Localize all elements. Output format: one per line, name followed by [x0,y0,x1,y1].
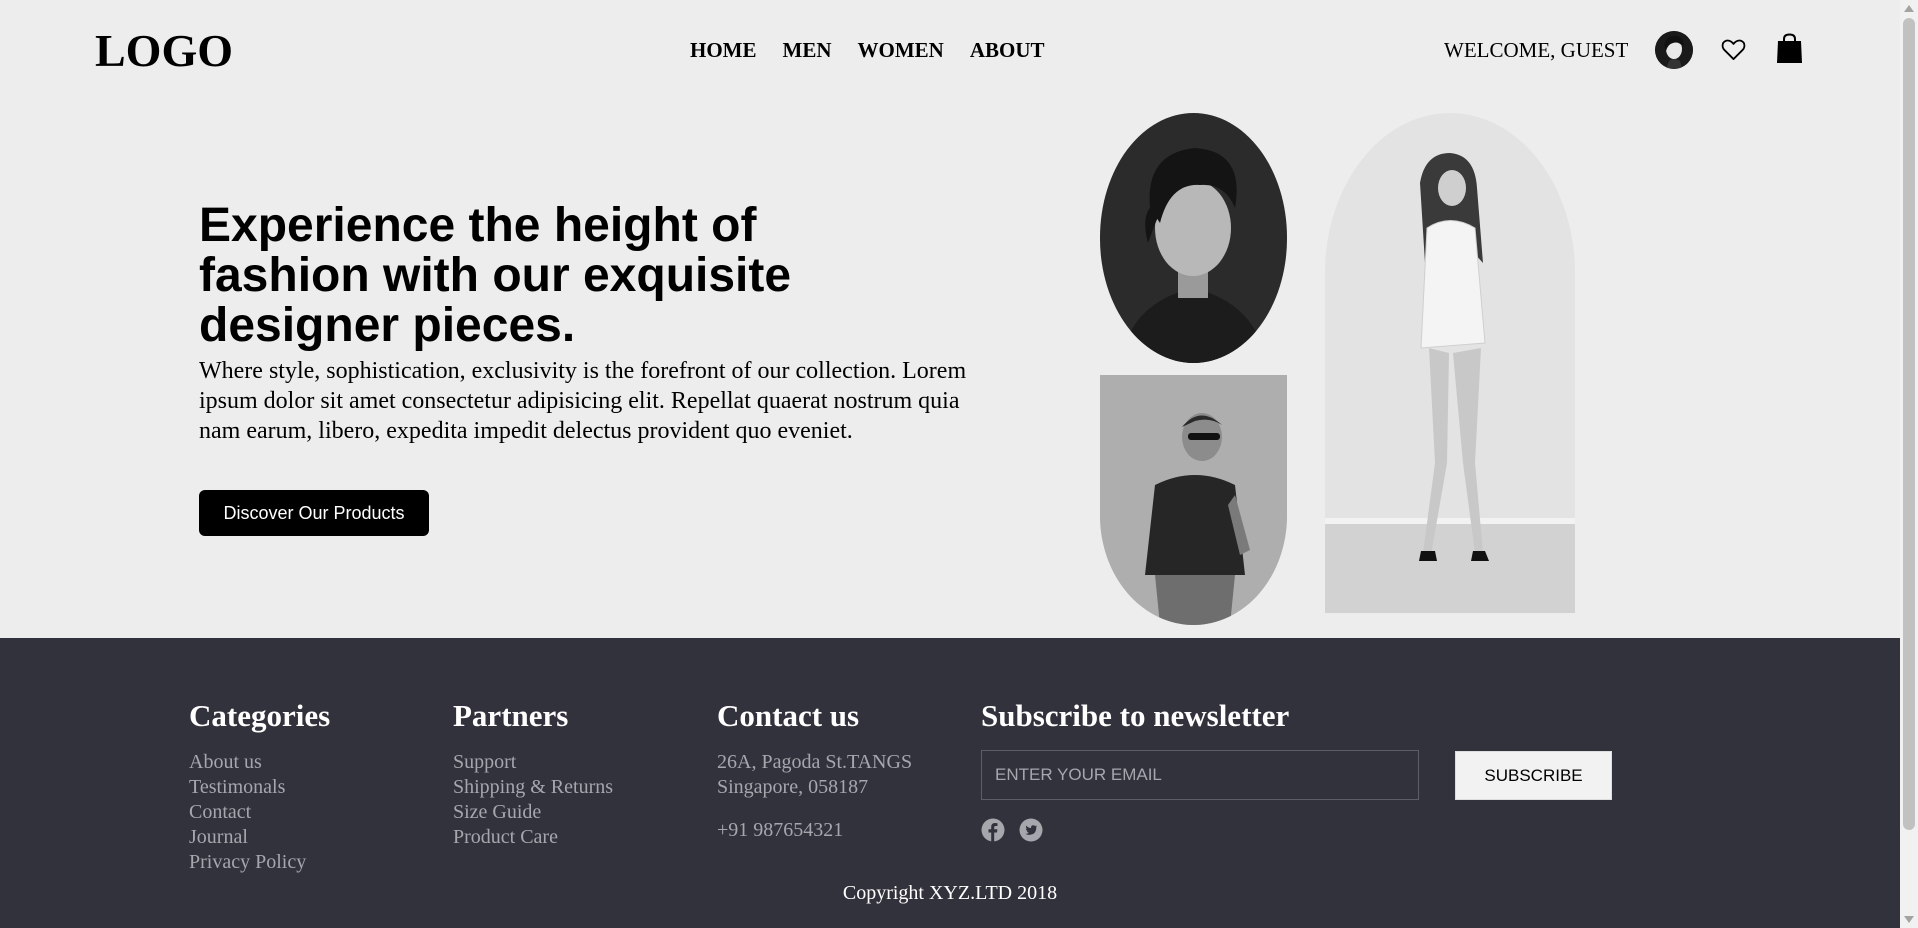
hero-description: Where style, sophistication, exclusivity… [199,358,967,444]
model-photo-woman-standing [1325,113,1575,613]
footer-link-size-guide[interactable]: Size Guide [453,800,613,825]
welcome-text: WELCOME, GUEST [1444,38,1629,62]
nav-home[interactable]: HOME [690,38,757,63]
footer-partners-title: Partners [453,698,569,733]
shopping-bag-icon[interactable] [1776,33,1803,64]
footer-link-testimonials[interactable]: Testimonals [189,775,306,800]
footer-link-support[interactable]: Support [453,750,613,775]
avatar[interactable] [1655,31,1693,69]
scroll-up-arrow-icon[interactable] [1904,5,1914,12]
contact-address-line1: 26A, Pagoda St.TANGS [717,751,913,773]
copyright-text: Copyright XYZ.LTD 2018 [842,882,1058,904]
contact-address-line2: Singapore, 058187 [717,776,869,798]
footer-contact-title: Contact us [717,698,860,733]
logo[interactable]: LOGO [95,24,233,77]
footer-categories-title: Categories [189,698,331,733]
heart-icon[interactable] [1720,36,1747,63]
nav-about[interactable]: ABOUT [970,38,1045,63]
footer-link-shipping-returns[interactable]: Shipping & Returns [453,775,613,800]
discover-products-button[interactable]: Discover Our Products [199,490,429,536]
model-photo-man-sunglasses [1100,375,1287,625]
footer-link-contact[interactable]: Contact [189,800,306,825]
twitter-icon[interactable] [1019,818,1043,842]
site-header: LOGO HOME MEN WOMEN ABOUT WELCOME, GUEST [0,0,1900,100]
contact-address: 26A, Pagoda St.TANGS Singapore, 058187 [717,750,912,800]
footer-link-journal[interactable]: Journal [189,825,306,850]
hero-title: Experience the height of fashion with ou… [199,199,792,352]
scroll-down-arrow-icon[interactable] [1904,916,1914,923]
subscribe-button[interactable]: SUBSCRIBE [1455,751,1612,800]
scrollbar-thumb[interactable] [1903,18,1915,830]
main-nav: HOME MEN WOMEN ABOUT [690,38,1045,63]
site-footer: Categories About us Testimonals Contact … [0,638,1900,928]
model-photo-man-portrait [1100,113,1287,363]
footer-link-privacy-policy[interactable]: Privacy Policy [189,850,306,875]
newsletter-email-input[interactable] [981,750,1419,800]
nav-men[interactable]: MEN [783,38,832,63]
newsletter-title: Subscribe to newsletter [981,698,1290,733]
footer-link-about-us[interactable]: About us [189,750,306,775]
nav-women[interactable]: WOMEN [858,38,944,63]
facebook-icon[interactable] [981,818,1005,842]
vertical-scrollbar[interactable] [1900,0,1918,928]
footer-link-product-care[interactable]: Product Care [453,825,613,850]
contact-phone: +91 987654321 [717,819,844,841]
